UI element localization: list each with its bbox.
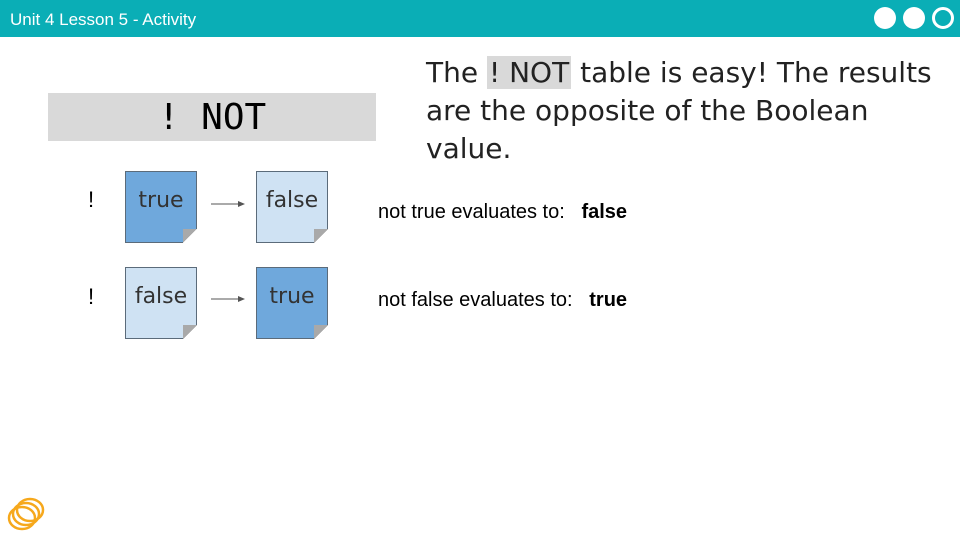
arrow-right-icon	[211, 296, 245, 302]
brand-logo-icon	[7, 497, 45, 531]
not-operator-symbol: !	[88, 187, 95, 212]
output-card-false: false	[256, 171, 328, 243]
progress-dot-filled-icon	[874, 7, 896, 29]
page-fold-flap	[183, 229, 197, 243]
input-card-true: true	[125, 171, 197, 243]
card-label: true	[269, 284, 315, 309]
arrow-right-icon	[211, 201, 245, 207]
page-fold-flap	[183, 325, 197, 339]
output-card-true: true	[256, 267, 328, 339]
progress-dot-empty-icon	[932, 7, 954, 29]
evaluation-text: not false evaluates to:	[378, 289, 573, 311]
not-operator-heading: ! NOT	[48, 93, 376, 141]
card-label: false	[134, 284, 188, 309]
intro-text-start: The	[426, 56, 487, 89]
intro-text: The ! NOT table is easy! The results are…	[426, 54, 946, 168]
evaluation-statement: not false evaluates to: true	[378, 289, 627, 312]
page-fold-flap	[314, 229, 328, 243]
evaluation-result: true	[589, 289, 628, 311]
evaluation-statement: not true evaluates to: false	[378, 201, 627, 224]
input-card-false: false	[125, 267, 197, 339]
top-bar: Unit 4 Lesson 5 - Activity	[0, 0, 960, 37]
card-label: true	[138, 188, 184, 213]
progress-dot-filled-icon	[903, 7, 925, 29]
lesson-title: Unit 4 Lesson 5 - Activity	[10, 10, 197, 29]
evaluation-text: not true evaluates to:	[378, 201, 565, 223]
intro-highlight: ! NOT	[486, 56, 572, 89]
card-label: false	[265, 188, 319, 213]
page-fold-flap	[314, 325, 328, 339]
not-operator-symbol: !	[88, 284, 95, 309]
evaluation-result: false	[581, 201, 628, 223]
